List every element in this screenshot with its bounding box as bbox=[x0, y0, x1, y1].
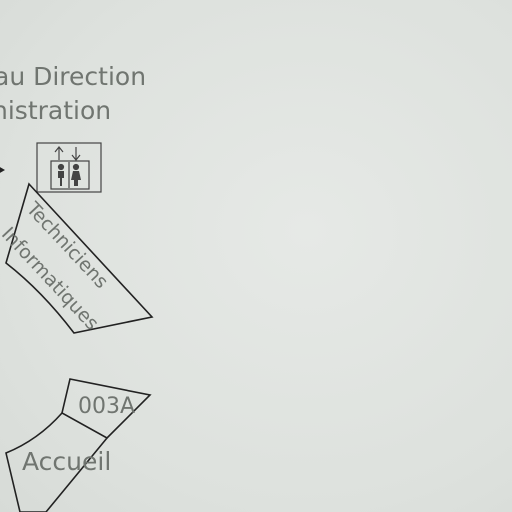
room-label-accueil: Accueil bbox=[22, 447, 112, 476]
room-label-003a: 003A bbox=[78, 394, 136, 419]
floor-plan-sign: au Direction nistration Techniciens Info… bbox=[0, 0, 512, 512]
arrow-right-icon bbox=[0, 167, 5, 173]
sign-title-line-1: au Direction bbox=[0, 62, 147, 91]
sign-title-line-2: nistration bbox=[0, 96, 112, 125]
elevator-icon bbox=[36, 142, 102, 193]
